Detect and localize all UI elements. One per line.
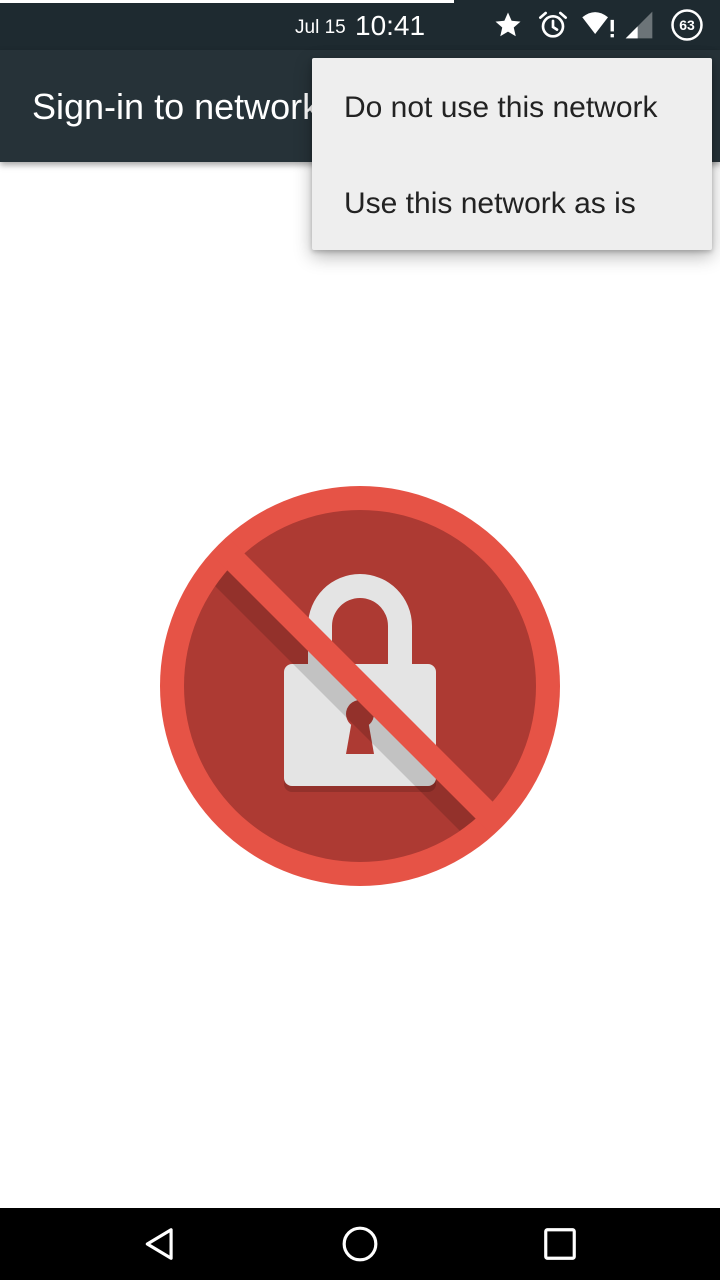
main-content — [0, 162, 720, 1208]
overflow-menu: Do not use this network Use this network… — [312, 58, 712, 250]
recents-icon[interactable] — [540, 1224, 580, 1264]
blocked-lock-icon — [160, 486, 560, 886]
star-icon — [492, 8, 524, 42]
status-date: Jul 15 — [295, 17, 346, 38]
back-icon[interactable] — [140, 1224, 180, 1264]
screen: Jul 15 10:41 63 Sign-in to network Do no… — [0, 0, 720, 1280]
menu-item-do-not-use-network[interactable]: Do not use this network — [312, 60, 712, 156]
home-icon[interactable] — [340, 1224, 380, 1264]
cellular-signal-icon — [622, 8, 656, 42]
battery-icon: 63 — [670, 8, 704, 42]
navigation-bar — [0, 1208, 720, 1280]
loading-progress-bar — [0, 0, 454, 3]
status-bar: Jul 15 10:41 63 — [0, 0, 720, 50]
status-time: 10:41 — [355, 10, 426, 41]
page-title: Sign-in to network — [32, 86, 321, 127]
alarm-icon — [536, 8, 570, 42]
battery-level: 63 — [679, 17, 695, 33]
menu-item-use-network-as-is[interactable]: Use this network as is — [312, 156, 712, 252]
wifi-alert-icon — [580, 8, 618, 42]
